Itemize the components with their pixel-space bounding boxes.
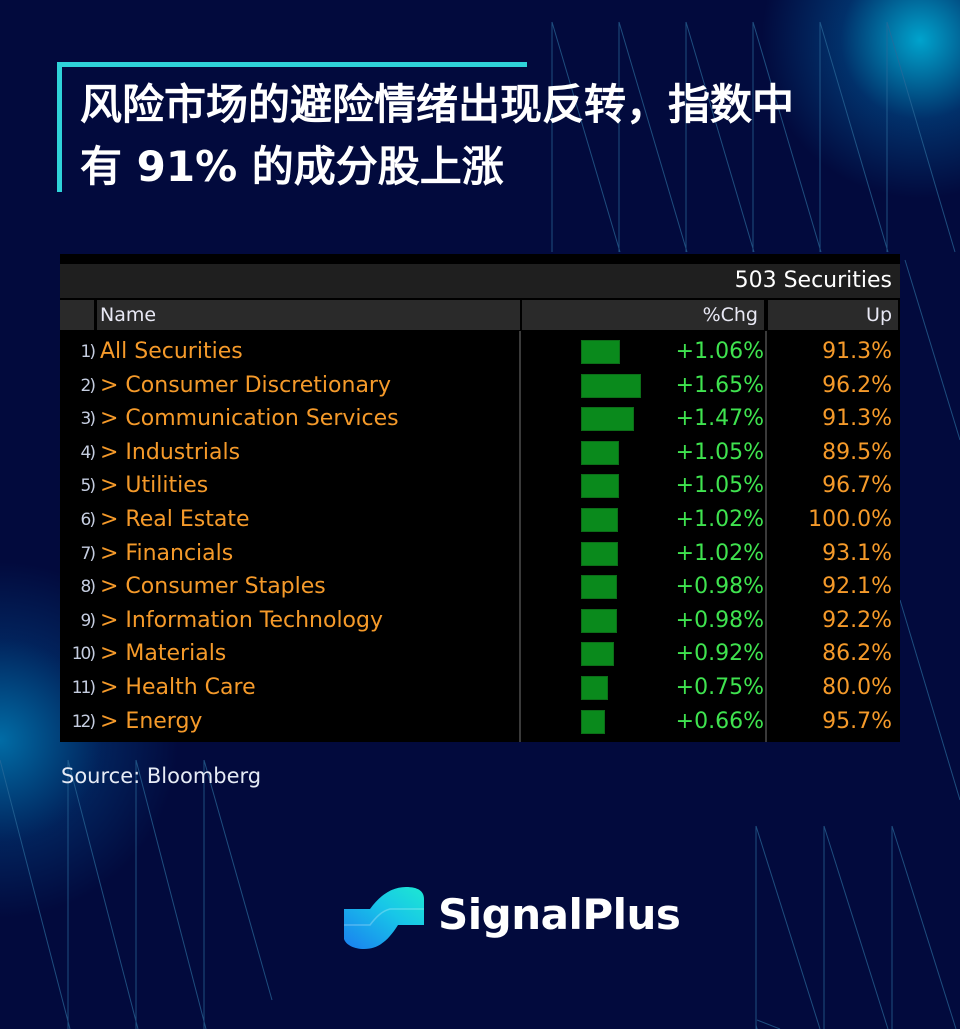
row-pct-change: +1.65% — [675, 372, 764, 398]
title-accent-bar-top — [57, 62, 527, 67]
table-row[interactable]: 6) > Real Estate +1.02% 100.0% — [60, 503, 900, 537]
row-pct-change: +0.66% — [675, 708, 764, 734]
row-index: 6) — [80, 510, 96, 530]
row-pct-change: +1.02% — [675, 540, 764, 566]
headline: 风险市场的避险情绪出现反转，指数中 有 91% 的成分股上涨 — [80, 74, 910, 198]
pct-change-bar — [581, 642, 614, 667]
row-pct-change: +0.75% — [675, 675, 764, 700]
column-header-up[interactable]: Up — [768, 300, 898, 330]
row-pct-up: 96.2% — [822, 372, 892, 398]
row-pct-up: 92.2% — [822, 607, 892, 633]
pct-change-bar — [581, 709, 605, 734]
row-name[interactable]: > Utilities — [100, 469, 208, 503]
pct-change-bar — [581, 676, 608, 700]
row-index: 12) — [71, 711, 96, 732]
row-index: 11) — [71, 678, 96, 698]
row-index: 2) — [80, 375, 96, 396]
title-accent-bar-left — [57, 62, 62, 192]
row-name[interactable]: > Energy — [100, 705, 202, 739]
row-pct-up: 91.3% — [822, 339, 892, 364]
row-name[interactable]: > Materials — [100, 637, 226, 671]
table-row[interactable]: 2) > Consumer Discretionary +1.65% 96.2% — [60, 369, 900, 403]
table-row[interactable]: 12) > Energy +0.66% 95.7% — [60, 705, 900, 739]
row-pct-change: +0.98% — [675, 607, 764, 633]
table-row[interactable]: 5) > Utilities +1.05% 96.7% — [60, 469, 900, 503]
row-name[interactable]: > Health Care — [100, 671, 256, 705]
column-header-pct-change[interactable]: %Chg — [522, 300, 764, 330]
row-index: 1) — [80, 342, 96, 362]
row-pct-change: +1.47% — [675, 406, 764, 432]
table-row[interactable]: 1) All Securities +1.06% 91.3% — [60, 335, 900, 369]
column-header-name[interactable]: Name — [97, 300, 520, 330]
source-note: Source: Bloomberg — [61, 764, 262, 788]
row-pct-up: 92.1% — [822, 574, 892, 600]
row-pct-change: +1.05% — [675, 439, 764, 465]
row-name[interactable]: > Financials — [100, 537, 233, 571]
header-index-cell — [60, 300, 94, 330]
row-index: 3) — [80, 409, 96, 430]
pct-change-bar — [581, 340, 620, 364]
row-index: 9) — [80, 610, 96, 631]
pct-change-bar — [581, 508, 618, 532]
brand-name: SignalPlus — [438, 890, 681, 939]
securities-summary-bar: 503 Securities — [60, 264, 900, 298]
row-index: 5) — [80, 476, 96, 497]
row-pct-up: 91.3% — [822, 406, 892, 432]
bloomberg-terminal-table: 503 Securities Name %Chg Up 1) All Securi… — [60, 254, 900, 742]
table-row[interactable]: 8) > Consumer Staples +0.98% 92.1% — [60, 570, 900, 604]
table-row[interactable]: 11) > Health Care +0.75% 80.0% — [60, 671, 900, 705]
row-index: 7) — [80, 543, 96, 564]
row-name[interactable]: > Communication Services — [100, 402, 399, 436]
pct-change-bar — [581, 575, 617, 600]
row-name[interactable]: > Consumer Staples — [100, 570, 326, 604]
row-index: 10) — [71, 644, 96, 665]
table-row[interactable]: 9) > Information Technology +0.98% 92.2% — [60, 604, 900, 638]
securities-count: 503 Securities — [734, 268, 892, 293]
row-pct-up: 95.7% — [822, 708, 892, 734]
row-pct-change: +1.06% — [675, 339, 764, 364]
pct-change-bar — [581, 474, 619, 499]
table-row[interactable]: 3) > Communication Services +1.47% 91.3% — [60, 402, 900, 436]
row-pct-up: 86.2% — [822, 641, 892, 667]
table-row[interactable]: 10) > Materials +0.92% 86.2% — [60, 637, 900, 671]
row-pct-up: 96.7% — [822, 473, 892, 499]
headline-line-1: 风险市场的避险情绪出现反转，指数中 — [80, 80, 795, 129]
row-pct-change: +1.02% — [675, 507, 764, 532]
row-pct-change: +1.05% — [675, 473, 764, 499]
row-name[interactable]: > Industrials — [100, 436, 240, 470]
row-name[interactable]: > Consumer Discretionary — [100, 369, 391, 403]
row-pct-change: +0.98% — [675, 574, 764, 600]
row-pct-up: 93.1% — [822, 540, 892, 566]
signalplus-wave-logo-icon — [340, 887, 424, 949]
table-row[interactable]: 7) > Financials +1.02% 93.1% — [60, 537, 900, 571]
row-name[interactable]: > Information Technology — [100, 604, 383, 638]
row-pct-up: 100.0% — [808, 507, 892, 532]
table-header: Name %Chg Up — [60, 298, 900, 331]
pct-change-bar — [581, 440, 619, 465]
row-index: 4) — [80, 442, 96, 463]
pct-change-bar — [581, 541, 618, 566]
table-row[interactable]: 4) > Industrials +1.05% 89.5% — [60, 436, 900, 470]
row-index: 8) — [80, 577, 96, 598]
row-pct-change: +0.92% — [675, 641, 764, 667]
row-pct-up: 80.0% — [822, 675, 892, 700]
row-pct-up: 89.5% — [822, 439, 892, 465]
row-name[interactable]: > Real Estate — [100, 503, 249, 537]
row-name[interactable]: All Securities — [100, 335, 243, 369]
pct-change-bar — [581, 608, 617, 633]
headline-line-2: 有 91% 的成分股上涨 — [80, 142, 504, 191]
